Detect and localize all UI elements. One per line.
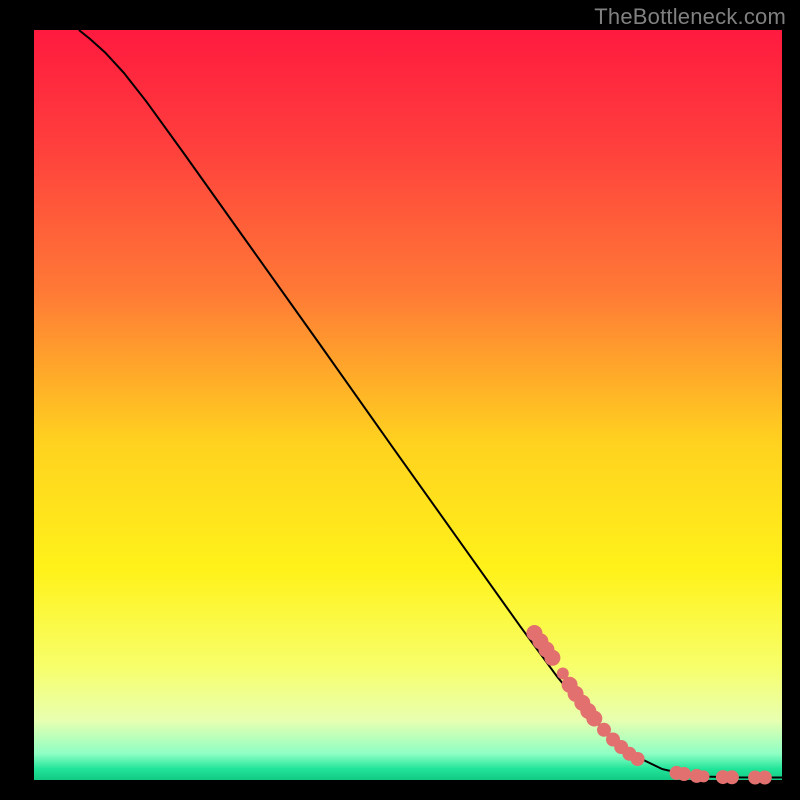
scatter-point: [677, 767, 691, 781]
plot-background: [34, 30, 782, 780]
chart-container: TheBottleneck.com: [0, 0, 800, 800]
scatter-point: [698, 770, 710, 782]
bottleneck-curve-chart: [0, 0, 800, 800]
scatter-point: [586, 711, 602, 727]
scatter-point: [544, 650, 560, 666]
scatter-point: [758, 771, 772, 785]
scatter-point: [631, 752, 645, 766]
scatter-point: [725, 770, 739, 784]
